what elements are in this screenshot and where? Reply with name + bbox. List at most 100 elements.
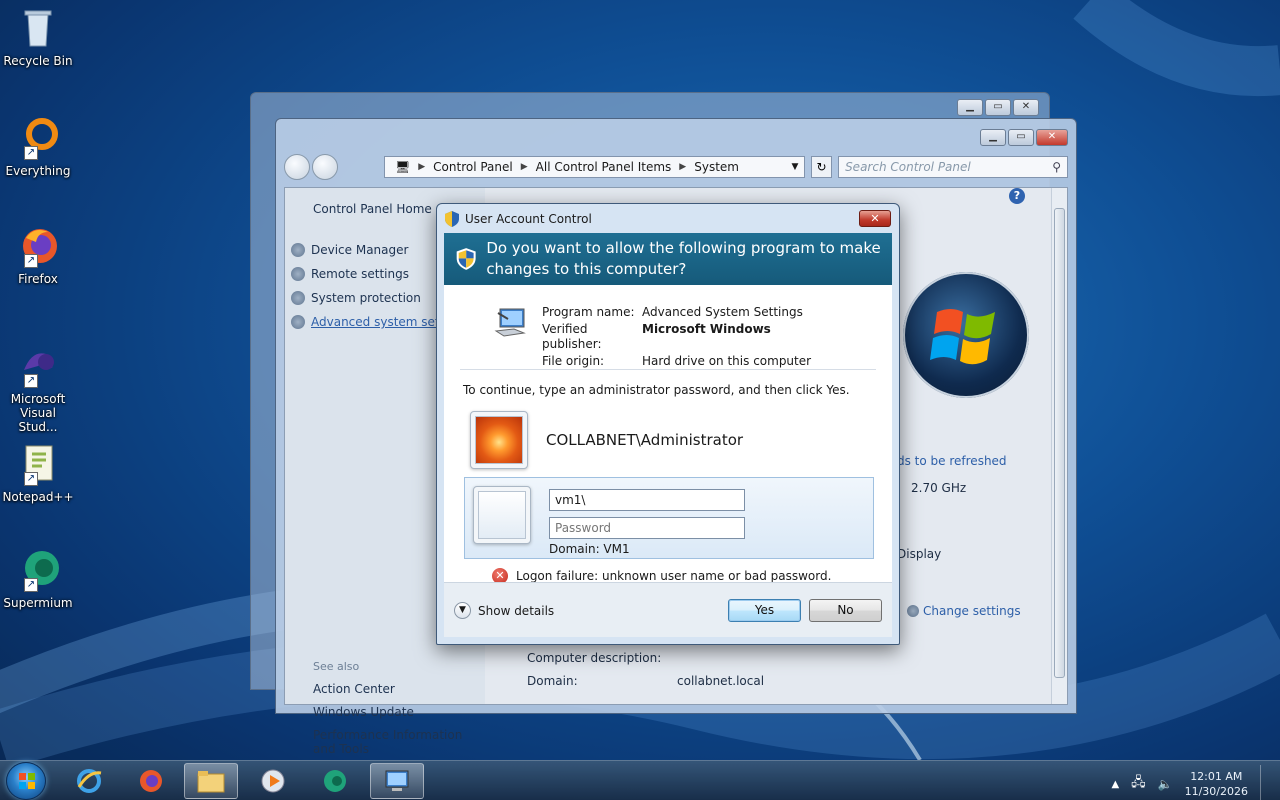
taskbar-firefox[interactable] — [124, 763, 178, 799]
navigation-bar: 🖥 ▶ Control Panel ▶ All Control Panel It… — [284, 153, 1068, 181]
visual-studio-icon: ↗ — [16, 344, 60, 388]
desktop-icon-firefox[interactable]: ↗ Firefox — [2, 224, 74, 286]
minimize-button[interactable]: ▁ — [980, 129, 1006, 146]
uac-question: Do you want to allow the following progr… — [486, 239, 881, 278]
error-text: Logon failure: unknown user name or bad … — [516, 569, 832, 583]
windows-logo-icon — [19, 773, 35, 789]
refresh-button[interactable]: ↻ — [810, 156, 833, 178]
refresh-note-link[interactable]: ds to be refreshed — [897, 454, 1007, 468]
task-label: System protection — [311, 291, 421, 305]
taskbar-system-settings[interactable] — [370, 763, 424, 799]
shortcut-arrow-icon: ↗ — [24, 146, 38, 160]
show-details-toggle[interactable]: ▼ Show details — [454, 602, 554, 619]
desktop-icon-supermium[interactable]: ↗ Supermium — [2, 548, 74, 610]
program-info: Program name: Advanced System Settings V… — [494, 305, 811, 369]
shield-icon — [291, 243, 305, 257]
desktop-icon-label: Supermium — [3, 596, 73, 610]
taskbar-explorer[interactable] — [184, 763, 238, 799]
shortcut-arrow-icon: ↗ — [24, 472, 38, 486]
admin-account-tile[interactable]: COLLABNET\Administrator — [470, 411, 743, 469]
desktop-icon-label: Everything — [5, 164, 71, 178]
close-button[interactable]: ✕ — [1013, 99, 1039, 116]
notepad-plus-plus-icon: ↗ — [16, 442, 60, 486]
address-bar[interactable]: 🖥 ▶ Control Panel ▶ All Control Panel It… — [384, 156, 805, 178]
clock-time: 12:01 AM — [1190, 770, 1243, 783]
back-button[interactable] — [284, 154, 310, 180]
search-placeholder: Search Control Panel — [845, 160, 971, 174]
scrollbar-thumb[interactable] — [1054, 208, 1065, 678]
taskbar-internet-explorer[interactable] — [62, 763, 116, 799]
program-name-label: Program name: — [542, 305, 635, 319]
see-also-heading: See also — [313, 660, 360, 673]
vertical-scrollbar[interactable] — [1051, 188, 1067, 704]
see-also-performance[interactable]: Performance Information and Tools — [313, 728, 483, 756]
shortcut-arrow-icon: ↗ — [24, 374, 38, 388]
see-also-windows-update[interactable]: Windows Update — [313, 705, 483, 719]
forward-button[interactable] — [312, 154, 338, 180]
uac-titlebar: User Account Control — [445, 211, 592, 227]
uac-banner: Do you want to allow the following progr… — [444, 233, 892, 285]
chevron-down-icon: ▼ — [454, 602, 471, 619]
desktop-icon-notepad-plus-plus[interactable]: ↗ Notepad++ — [2, 442, 74, 504]
clock[interactable]: 12:01 AM 11/30/2026 — [1185, 769, 1248, 799]
desktop-icon-visual-studio[interactable]: ↗ Microsoft Visual Stud... — [2, 344, 74, 434]
desktop-icon-label: Firefox — [18, 272, 58, 286]
desktop-icon-everything[interactable]: ↗ Everything — [2, 116, 74, 178]
cpu-speed-value: 2.70 GHz — [911, 481, 967, 495]
uac-title: User Account Control — [465, 212, 592, 226]
domain-value: collabnet.local — [677, 674, 765, 688]
divider — [460, 369, 876, 370]
volume-icon[interactable]: 🔈 — [1158, 777, 1173, 791]
everything-icon: ↗ — [16, 116, 60, 160]
maximize-button[interactable]: ▭ — [1008, 129, 1034, 146]
close-button[interactable]: ✕ — [859, 210, 891, 227]
see-also-action-center[interactable]: Action Center — [313, 682, 483, 696]
breadcrumb-item[interactable]: All Control Panel Items — [536, 160, 672, 174]
desktop-icon-label: Recycle Bin — [3, 54, 73, 68]
chevron-down-icon[interactable]: ▼ — [786, 162, 804, 172]
help-icon[interactable]: ? — [1009, 188, 1025, 204]
maximize-button[interactable]: ▭ — [985, 99, 1011, 116]
uac-dialog[interactable]: User Account Control ✕ Do you want to al… — [436, 203, 900, 645]
credential-tile[interactable]: Domain: VM1 — [464, 477, 874, 559]
show-desktop-button[interactable] — [1260, 765, 1272, 800]
taskbar-supermium[interactable] — [308, 763, 362, 799]
minimize-button[interactable]: ▁ — [957, 99, 983, 116]
shortcut-arrow-icon: ↗ — [24, 578, 38, 592]
breadcrumb-item[interactable]: System — [694, 160, 739, 174]
no-button[interactable]: No — [809, 599, 882, 622]
start-button[interactable] — [6, 762, 46, 800]
computer-description-label: Computer description: — [527, 651, 662, 665]
change-settings-link[interactable]: Change settings — [907, 604, 1021, 618]
origin-label: File origin: — [542, 354, 605, 368]
control-panel-icon: 🖥 — [395, 160, 411, 174]
computer-settings-icon — [385, 770, 409, 791]
task-label: Device Manager — [311, 243, 409, 257]
close-button[interactable]: ✕ — [1036, 129, 1068, 146]
desktop-icon-recycle-bin[interactable]: Recycle Bin — [2, 6, 74, 68]
yes-button[interactable]: Yes — [728, 599, 801, 622]
taskbar-media-player[interactable] — [246, 763, 300, 799]
uac-shield-icon — [445, 211, 459, 227]
display-value: Display — [897, 547, 942, 561]
breadcrumb-item[interactable]: Control Panel — [433, 160, 513, 174]
uac-body: Program name: Advanced System Settings V… — [444, 285, 892, 584]
domain-label: Domain: — [527, 674, 578, 688]
uac-footer: ▼ Show details Yes No — [444, 582, 892, 637]
user-avatar — [470, 411, 528, 469]
supermium-icon: ↗ — [16, 548, 60, 592]
domain-text: Domain: VM1 — [549, 542, 630, 556]
password-field[interactable] — [549, 517, 745, 539]
uac-shield-icon — [456, 248, 476, 270]
show-hidden-icons-icon[interactable]: ▲ — [1111, 779, 1119, 790]
recycle-bin-icon — [16, 6, 60, 50]
computer-settings-icon — [494, 305, 528, 337]
username-field[interactable] — [549, 489, 745, 511]
search-input[interactable]: Search Control Panel ⚲ — [838, 156, 1068, 178]
task-label: Advanced system setti — [311, 315, 448, 329]
publisher-label: Verified publisher: — [542, 322, 602, 351]
search-icon[interactable]: ⚲ — [1052, 160, 1061, 174]
desktop-icon-label: Microsoft Visual Stud... — [10, 392, 66, 434]
shield-icon — [291, 267, 305, 281]
network-icon[interactable]: 🖧 — [1131, 773, 1146, 795]
